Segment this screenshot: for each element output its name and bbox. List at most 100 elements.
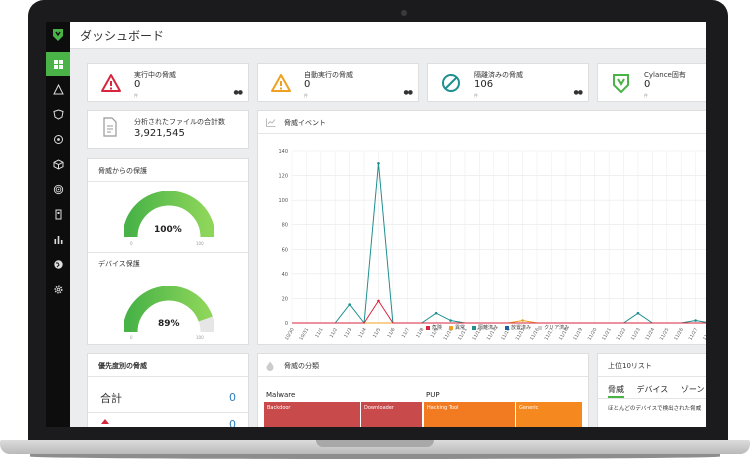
nav-device[interactable] [46,202,70,226]
x-tick-label: 10/31 [298,327,310,342]
x-tick-label: 11/3 [343,327,353,339]
top10-tabs: 脅威 デバイス ゾーン [608,384,706,398]
treemap-downloader[interactable]: Downloader [361,402,422,427]
nav-dashboard[interactable] [46,52,70,76]
legend-item[interactable]: 危険 [426,324,442,331]
legend-swatch [449,325,454,330]
data-point [377,161,380,165]
top10-card: 上位10リスト 脅威 デバイス ゾーン ほとんどのデバイスで検出された脅威 [597,353,706,427]
stat-value: 0 [134,79,141,90]
gauge-min: 0 [130,241,133,246]
x-tick-label: 11/6 [386,327,396,339]
dashboard-icon [53,59,63,69]
network-icon [53,134,63,144]
treemap-backdoor[interactable]: Backdoor [264,402,360,427]
files-value: 3,921,545 [134,128,185,139]
legend-label: 異常 [455,325,466,331]
cube-icon [53,158,63,170]
nav-settings[interactable] [46,277,70,301]
stat-value: 0 [304,79,311,90]
nav-fingerprint[interactable] [46,177,70,201]
nav-globe[interactable] [46,252,70,276]
data-point [348,303,351,306]
stat-card-cylance[interactable]: Cylance固有 0 件 [597,63,706,102]
divider [88,376,248,377]
warning-icon [271,74,291,92]
treemap-hacking-tool[interactable]: Hacking Tool [424,402,515,427]
group-pup: PUP [426,391,440,399]
priority-value[interactable]: 0 [229,418,236,427]
priority-arrow-icon [101,419,109,424]
x-tick-label: 11/24 [644,327,656,342]
series-line [292,299,706,324]
cylance-logo-icon [53,29,63,41]
y-tick-label: 100 [278,198,288,204]
data-point [434,311,438,315]
cylance-shield-icon [613,74,629,94]
pager-dots-icon[interactable]: ●● [404,89,414,96]
x-tick-label: 11/5 [372,327,382,339]
tab-devices[interactable]: デバイス [637,385,669,394]
priority-card: 優先度別の脅威 合計 0 0 [87,353,249,427]
tab-threats[interactable]: 脅威 [608,385,624,398]
y-tick-label: 40 [282,272,288,278]
nav-cube[interactable] [46,152,70,176]
x-tick-label: 11/28 [702,327,706,342]
x-tick-label: 11/2 [329,327,339,339]
legend-label: クリア済み [544,325,570,331]
data-point [377,299,380,303]
y-tick-label: 140 [278,149,288,155]
laptop-foot [30,454,720,459]
data-point [636,311,640,315]
chart-legend: 危険 異常 隔離済み 放置済み クリア済み [426,324,569,331]
divider [258,376,588,377]
priority-title: 優先度別の脅威 [98,362,147,370]
legend-swatch [505,325,510,330]
warning-icon [101,74,121,92]
legend-item[interactable]: クリア済み [538,324,569,331]
nav-protection[interactable] [46,102,70,126]
gear-icon [53,284,63,294]
threat-gauge-value: 100% [154,225,182,235]
treemap-generic[interactable]: Generic [516,402,582,427]
x-tick-label: 11/20 [587,327,599,342]
x-tick-label: 11/7 [401,327,411,339]
device-protection-title: デバイス保護 [98,260,140,268]
legend-item[interactable]: 隔離済み [472,324,498,331]
stat-label: 自動実行の脅威 [304,71,353,79]
stat-unit: 件 [304,93,308,98]
screen: ダッシュボード 実行中の脅威 0 件 ●● 自動実行の脅威 0 件 ●● 隔離済… [46,22,706,427]
stat-card-quarantined[interactable]: 隔離済みの脅威 106 件 ●● [427,63,589,102]
stat-card-autorun[interactable]: 自動実行の脅威 0 件 ●● [257,63,419,102]
x-tick-label: 11/26 [673,327,685,342]
nav-network[interactable] [46,127,70,151]
total-label: 合計 [100,392,122,405]
fingerprint-icon [53,184,63,194]
divider [88,252,248,253]
nav-reports[interactable] [46,227,70,251]
camera-icon [401,10,407,16]
divider [598,376,706,377]
pager-dots-icon[interactable]: ●● [574,89,584,96]
y-tick-label: 120 [278,174,288,180]
group-malware: Malware [266,391,296,399]
x-tick-label: 11/1 [314,327,324,339]
x-tick-label: 11/4 [357,327,367,339]
shield-icon [52,108,64,120]
classification-card: 脅威の分類 Malware PUP Backdoor Downloader Ha… [257,353,589,427]
legend-item[interactable]: 異常 [449,324,465,331]
pager-dots-icon[interactable]: ●● [234,89,244,96]
y-tick-label: 80 [282,223,288,229]
threat-protection-title: 脅威からの保護 [98,167,147,175]
legend-label: 放置済み [511,325,532,331]
stat-card-running[interactable]: 実行中の脅威 0 件 ●● [87,63,249,102]
protection-card: 脅威からの保護 100% 0 100 デバイス保護 89% 0 100 [87,158,249,345]
stat-unit: 件 [474,93,478,98]
divider [88,181,248,182]
divider [88,412,248,413]
nav-alerts[interactable] [46,77,70,101]
total-value[interactable]: 0 [229,391,236,404]
globe-icon [53,259,63,269]
legend-item[interactable]: 放置済み [505,324,531,331]
tab-zones[interactable]: ゾーン [681,385,705,394]
